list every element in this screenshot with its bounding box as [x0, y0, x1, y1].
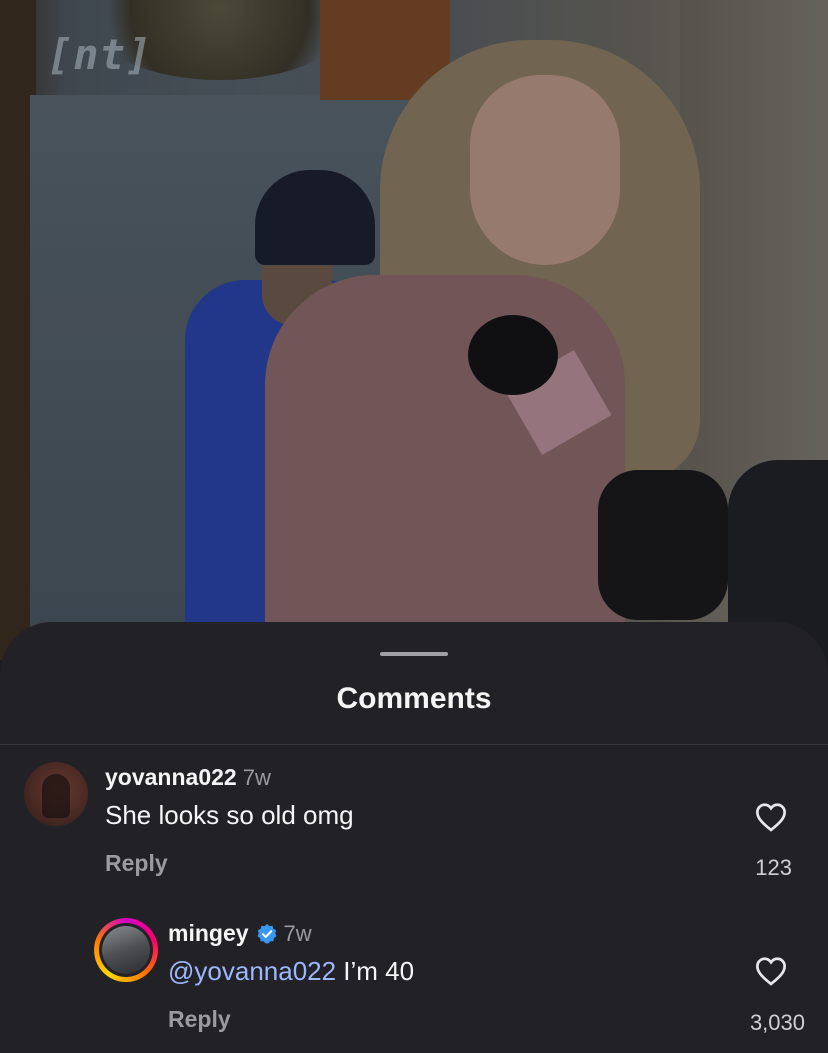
like-count: 123	[755, 855, 792, 880]
avatar-image	[102, 926, 150, 974]
avatar[interactable]	[99, 923, 153, 977]
heart-icon[interactable]	[754, 956, 788, 986]
mention-link[interactable]: @yovanna022	[168, 956, 336, 986]
video-player[interactable]: [nt]	[0, 0, 828, 660]
heart-icon[interactable]	[754, 802, 788, 832]
comment-body: I’m 40	[336, 956, 415, 986]
comment-text: @yovanna022 I’m 40	[168, 956, 414, 987]
like-count: 3,030	[749, 1010, 805, 1035]
reply-button[interactable]: Reply	[105, 850, 168, 877]
comment-text: She looks so old omg	[105, 800, 354, 830]
avatar[interactable]	[24, 762, 88, 826]
sheet-title: Comments	[336, 682, 492, 715]
comment-username[interactable]: yovanna022	[105, 764, 237, 791]
comment-header: mingey 7w	[168, 920, 312, 947]
channel-watermark: [nt]	[47, 30, 153, 79]
comment-username[interactable]: mingey	[168, 920, 249, 947]
comments-sheet: Comments	[0, 622, 828, 1053]
sheet-drag-handle[interactable]	[380, 652, 448, 656]
comment-time: 7w	[283, 920, 312, 946]
video-dim-overlay	[0, 0, 828, 660]
reply-button[interactable]: Reply	[168, 1006, 231, 1033]
comment-header: yovanna022 7w	[105, 764, 271, 791]
comment-time: 7w	[242, 764, 271, 790]
verified-badge-icon	[256, 923, 277, 944]
story-ring[interactable]	[94, 918, 158, 982]
divider	[0, 744, 828, 745]
